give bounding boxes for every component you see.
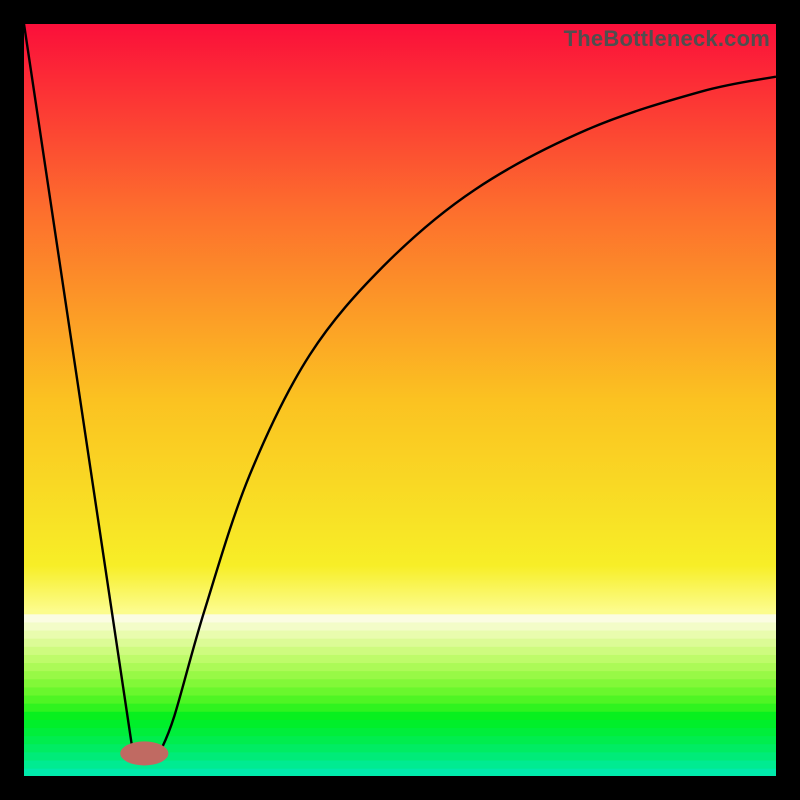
chart-frame: TheBottleneck.com [0,0,800,800]
watermark-text: TheBottleneck.com [564,26,770,52]
bottom-pill-marker [120,741,168,765]
plot-area: TheBottleneck.com [24,24,776,776]
chart-svg [24,24,776,776]
